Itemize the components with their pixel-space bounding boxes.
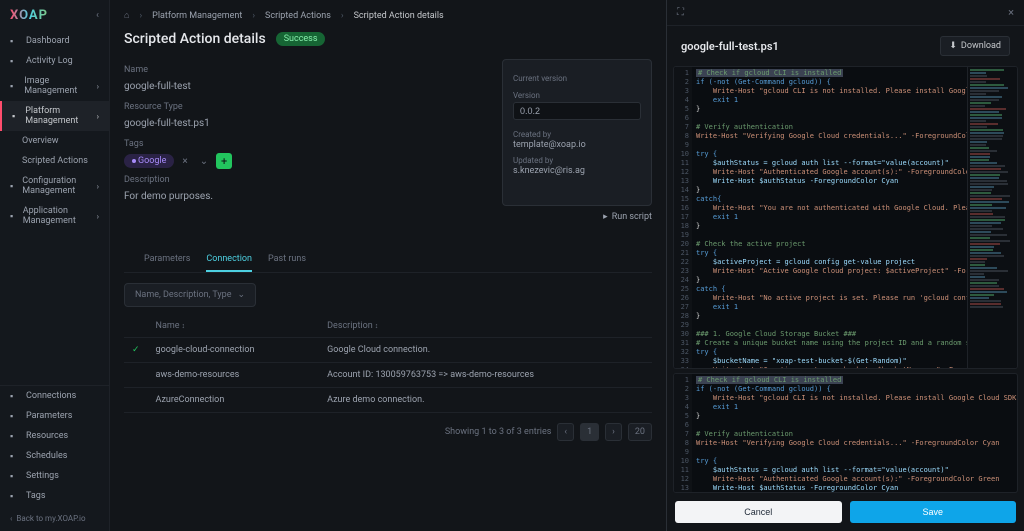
download-button[interactable]: ⬇ Download (940, 36, 1010, 56)
status-badge: Success (276, 32, 326, 46)
tag-remove-icon[interactable]: × (178, 156, 191, 167)
nav-icon: ▪ (10, 451, 20, 461)
sort-icon: ↕ (375, 322, 379, 330)
page-number[interactable]: 1 (580, 423, 599, 441)
logo-area: XOAP ‹ (0, 0, 109, 31)
tags-label: Tags (124, 139, 492, 149)
nav-icon: ▪ (10, 56, 20, 66)
save-button[interactable]: Save (850, 501, 1017, 523)
page-size[interactable]: 20 (628, 423, 652, 441)
nav-icon: ▪ (10, 391, 20, 401)
version-select[interactable] (513, 102, 641, 120)
code-editor-bottom[interactable]: 1 2 3 4 5 6 7 8 9 10 11 12 13 # Check if… (673, 373, 1018, 493)
sort-icon: ↕ (182, 322, 186, 330)
nav-icon: ▪ (12, 111, 19, 121)
brand-logo: XOAP (10, 8, 48, 23)
description-label: Description (124, 175, 492, 185)
sidebar-item[interactable]: ▪Dashboard (0, 31, 109, 51)
nav-icon: ▪ (10, 36, 20, 46)
created-by-value: template@xoap.io (513, 140, 641, 150)
sidebar-item[interactable]: ▪Tags (0, 486, 109, 506)
breadcrumb-item[interactable]: Scripted Actions (265, 11, 331, 21)
nav-icon: ▪ (10, 181, 16, 191)
current-version-label: Current version (513, 74, 641, 83)
tab-parameters[interactable]: Parameters (144, 248, 190, 272)
run-script-button[interactable]: ▸ Run script (110, 206, 666, 222)
sidebar-item[interactable]: ▪Resources (0, 426, 109, 446)
page-title: Scripted Action details (124, 31, 266, 47)
home-icon[interactable]: ⌂ (124, 10, 129, 21)
play-icon: ▸ (603, 212, 608, 222)
chevron-icon: › (97, 82, 99, 91)
nav-icon: ▪ (10, 211, 17, 221)
tab-past-runs[interactable]: Past runs (268, 248, 306, 272)
pagination: Showing 1 to 3 of 3 entries ‹ 1 › 20 (124, 413, 652, 451)
breadcrumb-item[interactable]: Platform Management (152, 11, 242, 21)
chevron-down-icon: ⌄ (238, 290, 246, 300)
sidebar-item[interactable]: ▪Activity Log (0, 51, 109, 71)
check-icon: ✓ (132, 345, 140, 355)
breadcrumb-current: Scripted Action details (354, 11, 444, 21)
title-row: Scripted Action details Success (110, 27, 666, 59)
resource-type-value: google-full-test.ps1 (124, 114, 492, 133)
resource-type-label: Resource Type (124, 102, 492, 112)
nav-icon: ▪ (10, 471, 20, 481)
sidebar-item[interactable]: ▪Settings (0, 466, 109, 486)
chevron-icon: › (97, 182, 99, 191)
sidebar-item[interactable]: Scripted Actions (0, 151, 109, 171)
nav-icon: ▪ (10, 431, 20, 441)
details-form: Name google-full-test Resource Type goog… (124, 59, 492, 206)
tag-pill[interactable]: Google (124, 154, 174, 168)
tabs: Parameters Connection Past runs (124, 236, 652, 273)
table-row[interactable]: aws-demo-resourcesAccount ID: 1300597637… (124, 363, 652, 388)
download-icon: ⬇ (949, 41, 957, 51)
add-tag-button[interactable]: + (216, 153, 232, 169)
page-prev-button[interactable]: ‹ (557, 423, 574, 441)
sidebar-item[interactable]: ▪Connections (0, 386, 109, 406)
updated-by-value: s.knezevic@ris.ag (513, 166, 641, 176)
table-filter[interactable]: Name, Description, Type ⌄ (124, 283, 256, 307)
panel-title: google-full-test.ps1 (681, 40, 779, 53)
col-name[interactable]: Name↕ (148, 315, 320, 338)
arrow-left-icon: ‹ (10, 514, 12, 523)
nav-bottom: ▪Connections▪Parameters▪Resources▪Schedu… (0, 385, 109, 506)
collapse-icon[interactable]: ‹ (96, 10, 99, 21)
table-row[interactable]: AzureConnectionAzure demo connection. (124, 388, 652, 413)
nav-icon: ▪ (10, 491, 20, 501)
sidebar-item[interactable]: ▪Platform Management› (0, 101, 109, 131)
sidebar-item[interactable]: ▪Configuration Management› (0, 171, 109, 201)
breadcrumb: ⌂ › Platform Management › Scripted Actio… (110, 0, 666, 27)
name-value: google-full-test (124, 77, 492, 96)
table-row[interactable]: ✓google-cloud-connectionGoogle Cloud con… (124, 338, 652, 363)
chevron-icon: › (97, 212, 99, 221)
nav-icon: ▪ (10, 81, 18, 91)
sidebar-item[interactable]: ▪Schedules (0, 446, 109, 466)
code-editor-top[interactable]: 1 2 3 4 5 6 7 8 9 10 11 12 13 14 15 16 1… (673, 66, 1018, 369)
sidebar-item[interactable]: ▪Application Management› (0, 201, 109, 231)
chevron-icon: › (97, 112, 99, 121)
nav-icon: ▪ (10, 411, 20, 421)
script-panel: ⛶ × google-full-test.ps1 ⬇ Download 1 2 … (666, 0, 1024, 531)
description-value: For demo purposes. (124, 187, 492, 206)
nav-main: ▪Dashboard▪Activity Log▪Image Management… (0, 31, 109, 385)
tab-connection[interactable]: Connection (206, 248, 252, 272)
connections-table: Name↕ Description↕ ✓google-cloud-connect… (124, 315, 652, 413)
meta-panel: Current version Version Created by templ… (502, 59, 652, 206)
sidebar-item[interactable]: ▪Image Management› (0, 71, 109, 101)
chevron-down-icon[interactable]: ⌄ (196, 156, 212, 167)
sidebar-item[interactable]: Overview (0, 131, 109, 151)
minimap[interactable] (967, 67, 1017, 368)
name-label: Name (124, 65, 492, 75)
sidebar: XOAP ‹ ▪Dashboard▪Activity Log▪Image Man… (0, 0, 110, 531)
expand-icon[interactable]: ⛶ (677, 7, 684, 18)
close-icon[interactable]: × (1008, 6, 1014, 19)
page-next-button[interactable]: › (605, 423, 622, 441)
cancel-button[interactable]: Cancel (675, 501, 842, 523)
back-link[interactable]: ‹ Back to my.XOAP.io (0, 506, 109, 531)
main-content: ⌂ › Platform Management › Scripted Actio… (110, 0, 666, 531)
sidebar-item[interactable]: ▪Parameters (0, 406, 109, 426)
col-description[interactable]: Description↕ (319, 315, 652, 338)
